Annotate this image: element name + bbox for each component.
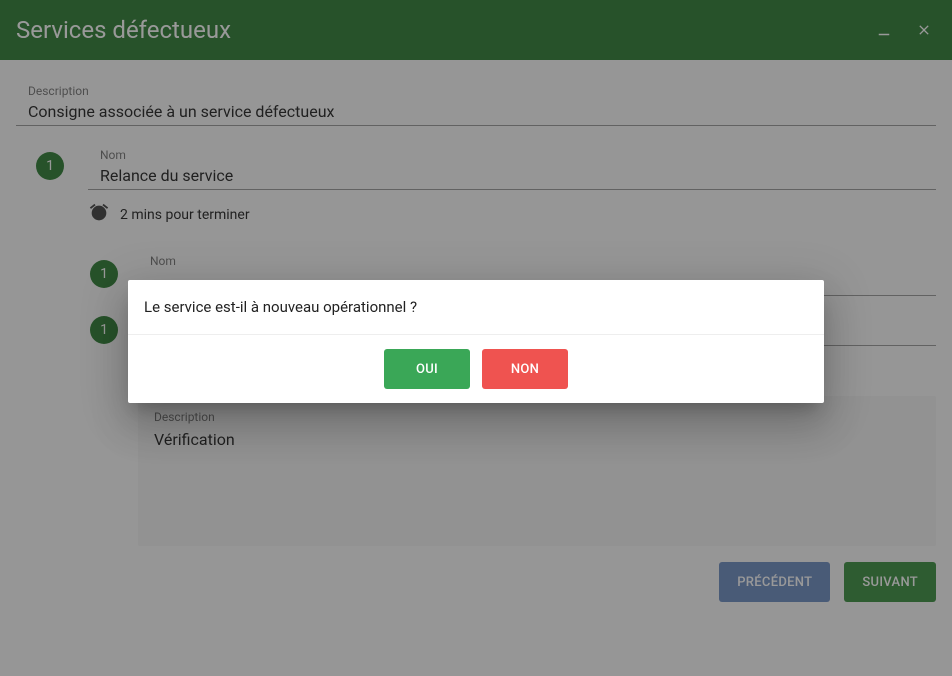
dialog-question: Le service est-il à nouveau opérationnel… — [128, 280, 824, 335]
dialog-actions: OUI NON — [128, 335, 824, 403]
yes-button[interactable]: OUI — [384, 349, 470, 389]
confirm-dialog: Le service est-il à nouveau opérationnel… — [128, 280, 824, 403]
no-button[interactable]: NON — [482, 349, 568, 389]
modal-overlay[interactable]: Le service est-il à nouveau opérationnel… — [0, 0, 952, 676]
